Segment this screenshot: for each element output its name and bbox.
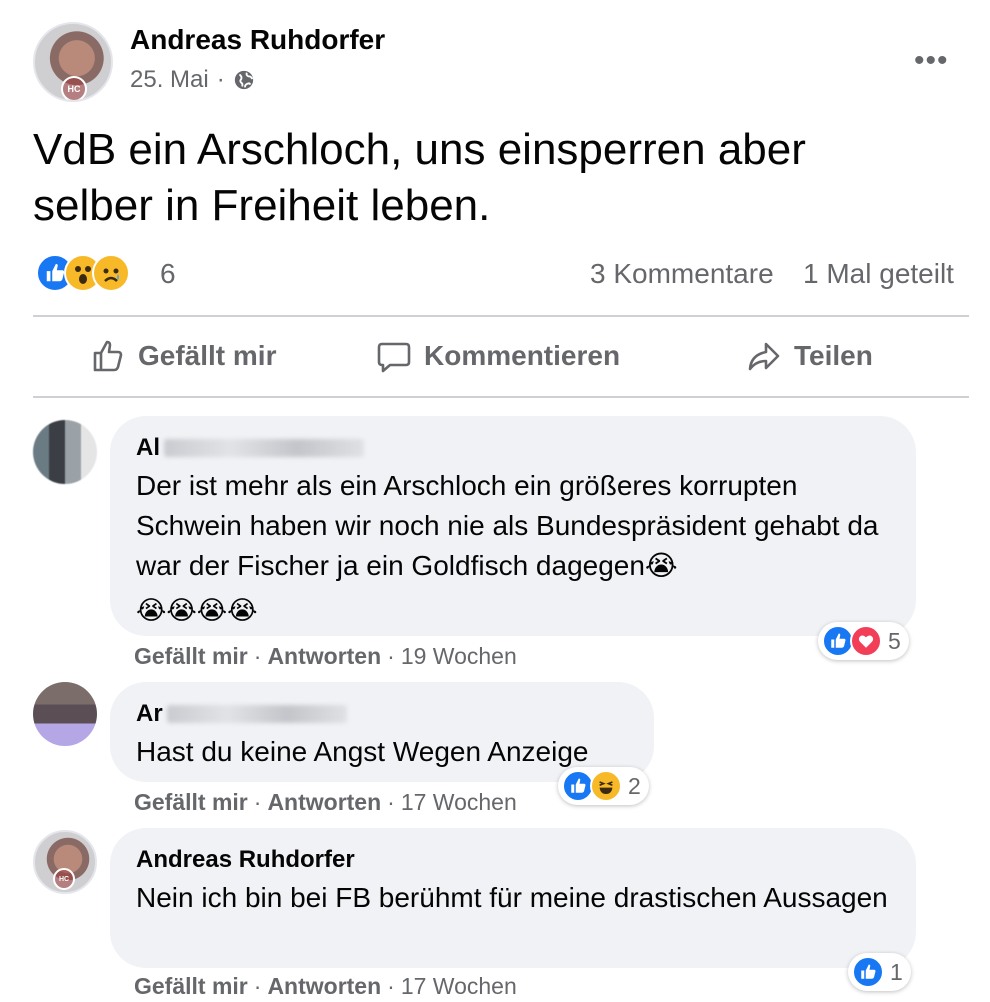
comment-footer: Gefällt mir · Antworten · 17 Wochen bbox=[134, 789, 517, 816]
footer-separator: · bbox=[253, 643, 262, 669]
shares-count[interactable]: 1 Mal geteilt bbox=[803, 258, 954, 290]
commenter-avatar[interactable]: HC bbox=[33, 830, 97, 894]
post-text: VdB ein Arschloch, uns einsperren aber s… bbox=[33, 125, 806, 230]
reaction-icons[interactable] bbox=[36, 254, 130, 292]
comment-like-link[interactable]: Gefällt mir bbox=[134, 973, 248, 1000]
commenter-avatar[interactable] bbox=[33, 682, 97, 746]
footer-separator: · bbox=[387, 973, 395, 999]
divider-top bbox=[33, 315, 969, 317]
redacted-name bbox=[164, 439, 364, 457]
avatar-badge: HC bbox=[53, 868, 75, 890]
comment-text: Hast du keine Angst Wegen Anzeige bbox=[136, 736, 589, 767]
comment-reactions[interactable]: 2 bbox=[558, 767, 649, 805]
commenter-name-text: Ar bbox=[136, 700, 163, 727]
post-author[interactable]: Andreas Ruhdorfer bbox=[130, 24, 385, 56]
comment-like-link[interactable]: Gefällt mir bbox=[134, 643, 248, 670]
author-avatar[interactable]: HC bbox=[33, 22, 113, 102]
comment-reactions[interactable]: 1 bbox=[848, 953, 911, 991]
comment-bubble: Al Der ist mehr als ein Arschloch ein gr… bbox=[110, 416, 916, 636]
comment-reaction-count: 2 bbox=[628, 772, 641, 799]
share-arrow-icon bbox=[748, 342, 780, 371]
comment-footer: Gefällt mir · Antworten · 17 Wochen bbox=[134, 973, 517, 1000]
meta-separator: · bbox=[216, 66, 225, 93]
commenter-name-text: Andreas Ruhdorfer bbox=[136, 846, 355, 873]
post-meta: 25. Mai · bbox=[130, 66, 255, 94]
commenter-name[interactable]: Andreas Ruhdorfer bbox=[136, 846, 890, 874]
like-icon bbox=[852, 956, 884, 988]
speech-bubble-icon bbox=[377, 342, 411, 373]
comment-like-link[interactable]: Gefällt mir bbox=[134, 789, 248, 816]
comment-reactions[interactable]: 5 bbox=[818, 622, 909, 660]
comment-time[interactable]: 17 Wochen bbox=[401, 973, 517, 1000]
footer-separator: · bbox=[253, 789, 262, 815]
comment-time[interactable]: 17 Wochen bbox=[401, 789, 517, 816]
redacted-name bbox=[166, 705, 347, 723]
avatar-badge: HC bbox=[61, 76, 87, 100]
thumbs-up-icon bbox=[93, 340, 123, 372]
like-button-label: Gefällt mir bbox=[138, 340, 277, 371]
comment-button-label: Kommentieren bbox=[424, 340, 621, 371]
post-date[interactable]: 25. Mai bbox=[130, 66, 209, 94]
comment-button[interactable]: Kommentieren bbox=[376, 338, 620, 374]
comment-reply-link[interactable]: Antworten bbox=[267, 789, 381, 816]
comment-text: Nein ich bin bei FB berühmt für meine dr… bbox=[136, 882, 888, 913]
commenter-name[interactable]: Al bbox=[136, 434, 890, 462]
love-icon bbox=[850, 625, 882, 657]
comment-emoji-line: 😭😭😭😭 bbox=[136, 595, 258, 625]
globe-icon bbox=[234, 70, 253, 90]
footer-separator: · bbox=[253, 973, 262, 999]
comment-reply-link[interactable]: Antworten bbox=[267, 973, 381, 1000]
share-button-label: Teilen bbox=[794, 340, 873, 371]
sad-icon bbox=[92, 254, 130, 292]
comment-reaction-count: 1 bbox=[890, 958, 903, 985]
comment-bubble: Andreas Ruhdorfer Nein ich bin bei FB be… bbox=[110, 828, 916, 968]
comment-reaction-count: 5 bbox=[888, 627, 901, 654]
divider-bottom bbox=[33, 396, 969, 398]
haha-icon bbox=[590, 770, 622, 802]
reaction-count[interactable]: 6 bbox=[160, 258, 176, 290]
comments-count[interactable]: 3 Kommentare bbox=[590, 258, 774, 290]
comment-text: Der ist mehr als ein Arschloch ein größe… bbox=[136, 470, 879, 581]
footer-separator: · bbox=[387, 789, 395, 815]
share-button[interactable]: Teilen bbox=[746, 338, 873, 374]
commenter-name[interactable]: Ar bbox=[136, 700, 628, 728]
like-button[interactable]: Gefällt mir bbox=[90, 338, 276, 374]
commenter-name-text: Al bbox=[136, 434, 160, 461]
commenter-avatar[interactable] bbox=[33, 420, 97, 484]
comment-time[interactable]: 19 Wochen bbox=[401, 643, 517, 670]
comment-reply-link[interactable]: Antworten bbox=[267, 643, 381, 670]
footer-separator: · bbox=[387, 643, 395, 669]
more-options-icon[interactable]: ••• bbox=[914, 44, 949, 78]
comment-footer: Gefällt mir · Antworten · 19 Wochen bbox=[134, 643, 517, 670]
